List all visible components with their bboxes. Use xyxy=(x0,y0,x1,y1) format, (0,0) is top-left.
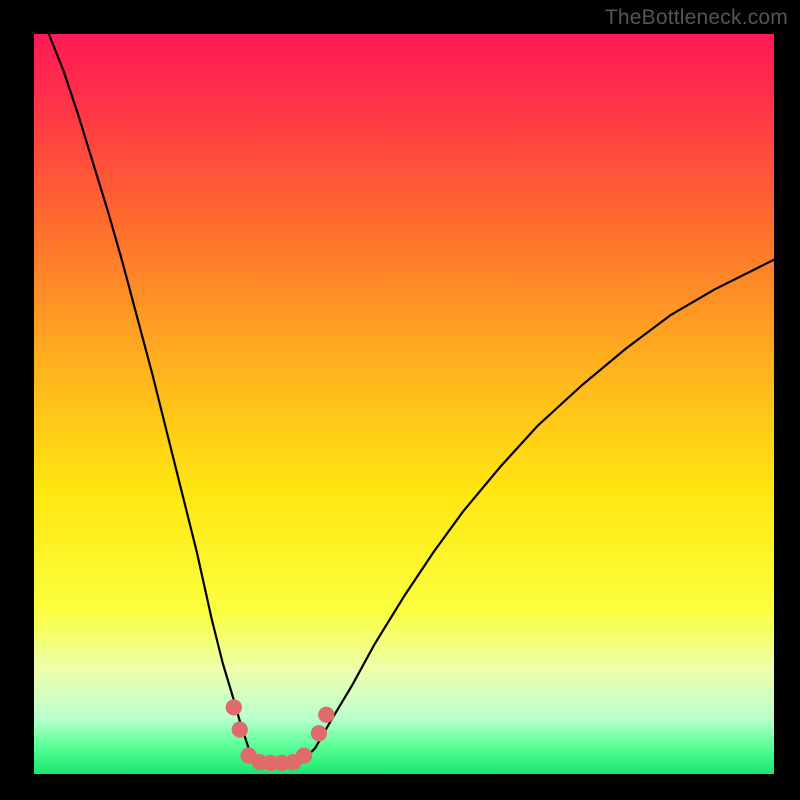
marker-point xyxy=(226,699,242,715)
attribution-text: TheBottleneck.com xyxy=(605,6,788,30)
marker-point xyxy=(311,725,327,741)
chart-frame: TheBottleneck.com xyxy=(0,0,800,800)
marker-point xyxy=(296,747,312,763)
plot-area xyxy=(34,34,774,774)
marker-point xyxy=(318,707,334,723)
marker-point xyxy=(232,721,248,737)
gradient-background xyxy=(34,34,774,774)
chart-svg xyxy=(34,34,774,774)
